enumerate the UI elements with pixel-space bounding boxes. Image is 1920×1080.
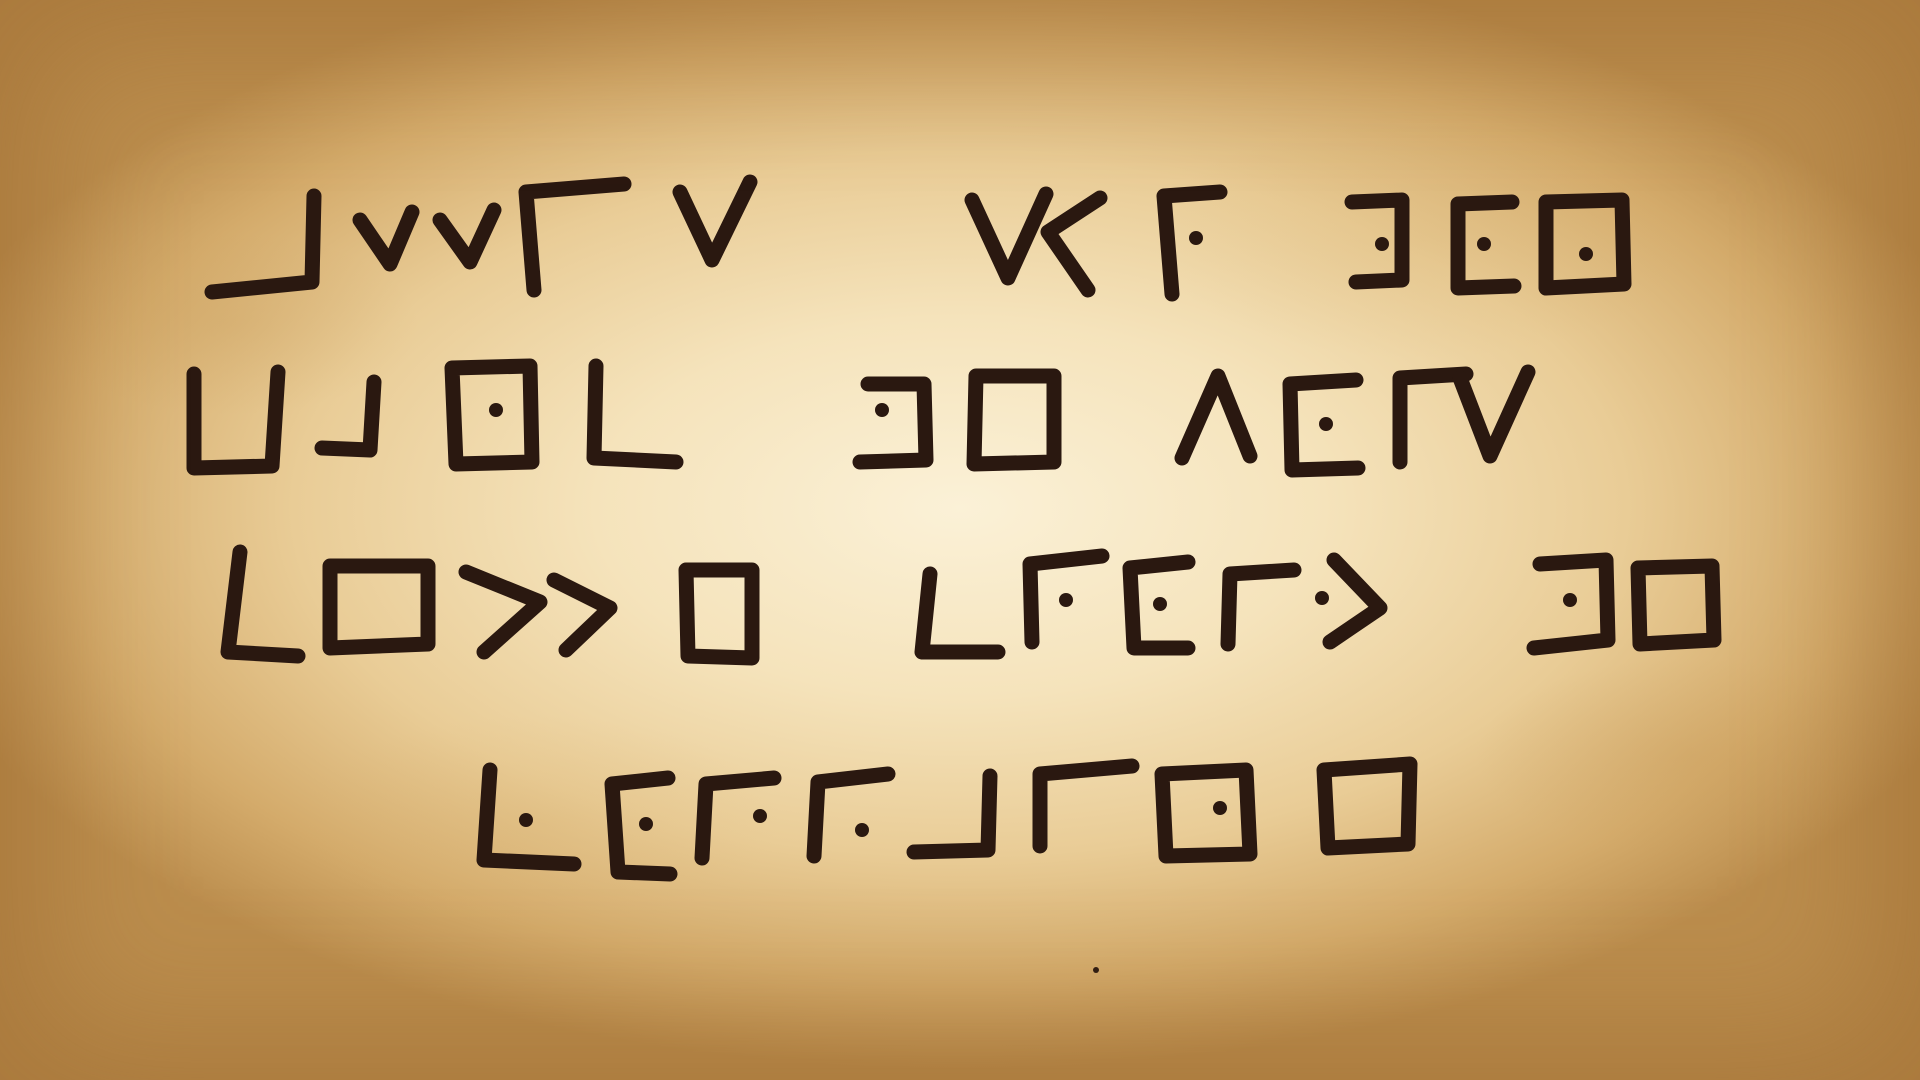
cipher-word-3-3 bbox=[1526, 552, 1722, 656]
cipher-word-4-1 bbox=[476, 756, 1418, 882]
cipher-line-4 bbox=[476, 756, 1418, 882]
cipher-line-3 bbox=[220, 544, 1722, 666]
cipher-line-1 bbox=[204, 174, 1632, 302]
parchment-background bbox=[0, 0, 1920, 1080]
cipher-word-3-2 bbox=[914, 548, 1388, 660]
cipher-line-2 bbox=[186, 358, 1536, 478]
cipher-word-1-2 bbox=[964, 184, 1228, 302]
cipher-word-1-1 bbox=[204, 174, 758, 300]
ink-speck bbox=[1093, 967, 1099, 973]
cipher-word-1-3 bbox=[1344, 192, 1632, 296]
cipher-word-2-2 bbox=[852, 368, 1062, 472]
cipher-word-2-1 bbox=[186, 358, 684, 476]
cipher-word-2-3 bbox=[1174, 364, 1536, 478]
cipher-word-3-1 bbox=[220, 544, 760, 666]
cipher-handwriting bbox=[186, 174, 1722, 973]
